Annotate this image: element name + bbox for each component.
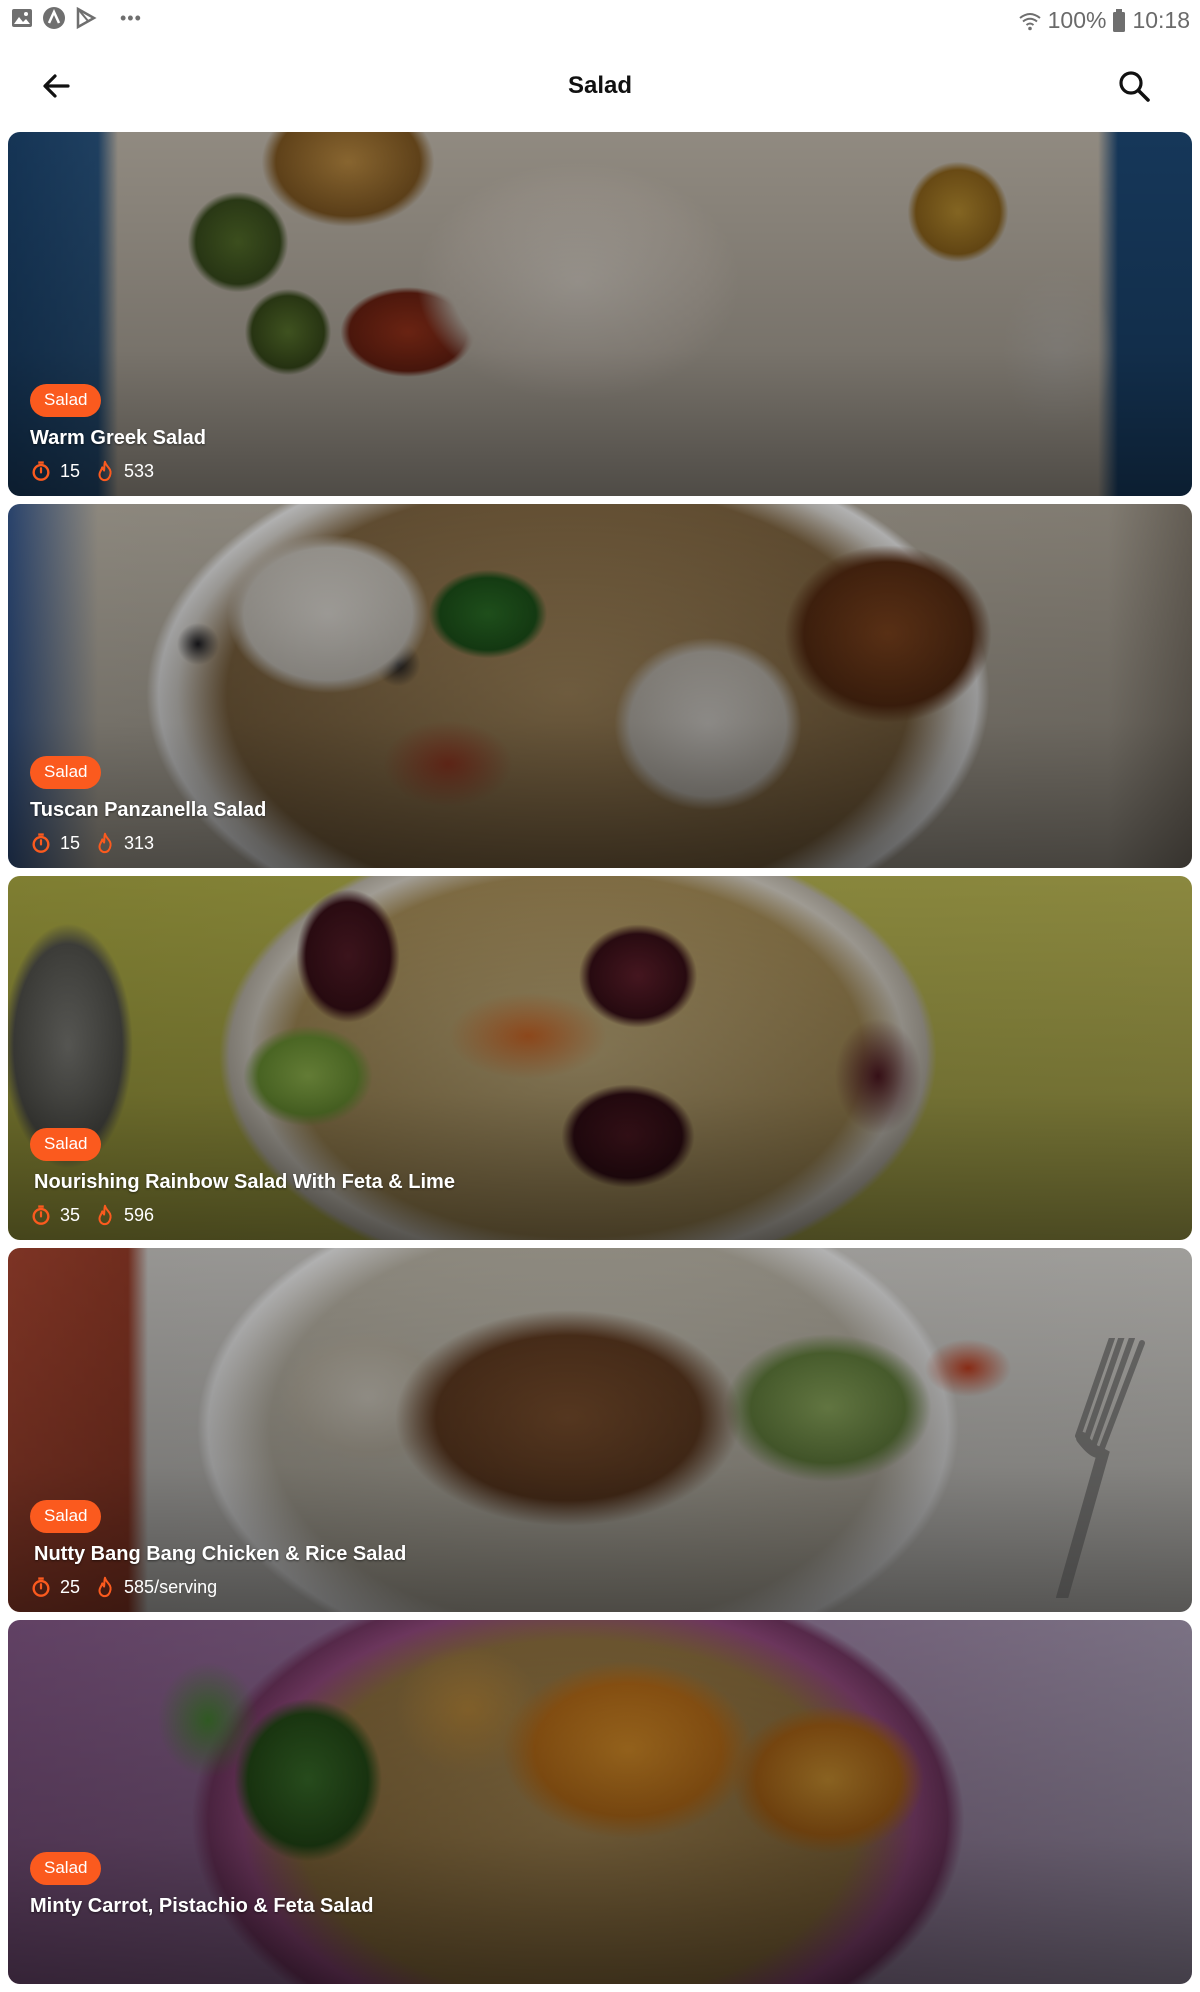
cook-time: 25 <box>60 1576 81 1597</box>
page-title: Salad <box>567 72 633 99</box>
recipe-card[interactable]: Salad Nourishing Rainbow Salad With Feta… <box>8 876 1192 1240</box>
overflow-indicator: ••• <box>120 7 142 28</box>
recipe-card[interactable]: Salad Nutty Bang Bang Chicken & Rice Sal… <box>8 1248 1192 1612</box>
battery-percent: 100% <box>1047 7 1107 33</box>
timer-icon <box>32 833 50 853</box>
flame-icon <box>98 1576 112 1598</box>
cook-time: 15 <box>60 460 81 481</box>
cook-time: 15 <box>60 832 81 853</box>
recipe-info: Salad Minty Carrot, Pistachio & Feta Sal… <box>30 1852 373 1928</box>
fork-icon <box>1056 1338 1145 1598</box>
calories: 596 <box>124 1204 155 1225</box>
recipe-meta: 35 596 <box>30 1204 455 1226</box>
search-icon <box>1119 71 1150 102</box>
timer-icon <box>32 461 50 481</box>
recipe-card[interactable]: Salad Minty Carrot, Pistachio & Feta Sal… <box>8 1620 1192 1984</box>
category-badge: Salad <box>30 1852 102 1885</box>
clock: 10:18 <box>1132 7 1190 33</box>
recipe-title: Warm Greek Salad <box>30 427 207 449</box>
flame-icon <box>98 1204 112 1226</box>
recipe-card[interactable]: Salad Warm Greek Salad 15 533 <box>8 132 1192 496</box>
recipe-title: Tuscan Panzanella Salad <box>30 799 267 821</box>
flame-icon <box>98 832 112 854</box>
search-button[interactable] <box>1112 64 1156 108</box>
recipe-info: Salad Tuscan Panzanella Salad 15 313 <box>30 756 266 854</box>
battery-icon <box>1113 8 1126 32</box>
wifi-icon <box>1018 12 1041 30</box>
recipe-info: Salad Nourishing Rainbow Salad With Feta… <box>30 1128 455 1226</box>
recipe-title: Minty Carrot, Pistachio & Feta Salad <box>30 1895 374 1917</box>
image-icon <box>12 9 32 27</box>
recipe-meta: 15 313 <box>30 832 266 854</box>
recipe-title: Nutty Bang Bang Chicken & Rice Salad <box>34 1543 407 1565</box>
recipe-card[interactable]: Salad Tuscan Panzanella Salad 15 313 <box>8 504 1192 868</box>
category-badge: Salad <box>30 1500 102 1533</box>
calories: 313 <box>124 832 155 853</box>
status-system: 100% 10:18 <box>1018 7 1190 34</box>
status-notifications: ••• <box>10 6 142 30</box>
calories: 585/serving <box>124 1576 218 1597</box>
calories: 533 <box>124 460 155 481</box>
recipe-meta: 25 585/serving <box>30 1576 406 1598</box>
category-badge: Salad <box>30 756 102 789</box>
recipe-title: Nourishing Rainbow Salad With Feta & Lim… <box>34 1171 455 1193</box>
play-store-icon <box>76 6 97 30</box>
timer-icon <box>32 1205 50 1225</box>
flame-icon <box>98 460 112 482</box>
app-bar: Salad <box>0 38 1200 132</box>
arrow-badge-icon <box>43 7 65 29</box>
status-bar: ••• 100% 10:18 <box>0 0 1200 38</box>
cook-time: 35 <box>60 1204 81 1225</box>
recipe-list: Salad Warm Greek Salad 15 533 Salad Tusc… <box>8 132 1192 1992</box>
recipe-info: Salad Nutty Bang Bang Chicken & Rice Sal… <box>30 1500 406 1598</box>
recipe-meta: 15 533 <box>30 460 206 482</box>
recipe-info: Salad Warm Greek Salad 15 533 <box>30 384 206 482</box>
category-badge: Salad <box>30 1128 102 1161</box>
category-badge: Salad <box>30 384 102 417</box>
timer-icon <box>32 1577 50 1597</box>
